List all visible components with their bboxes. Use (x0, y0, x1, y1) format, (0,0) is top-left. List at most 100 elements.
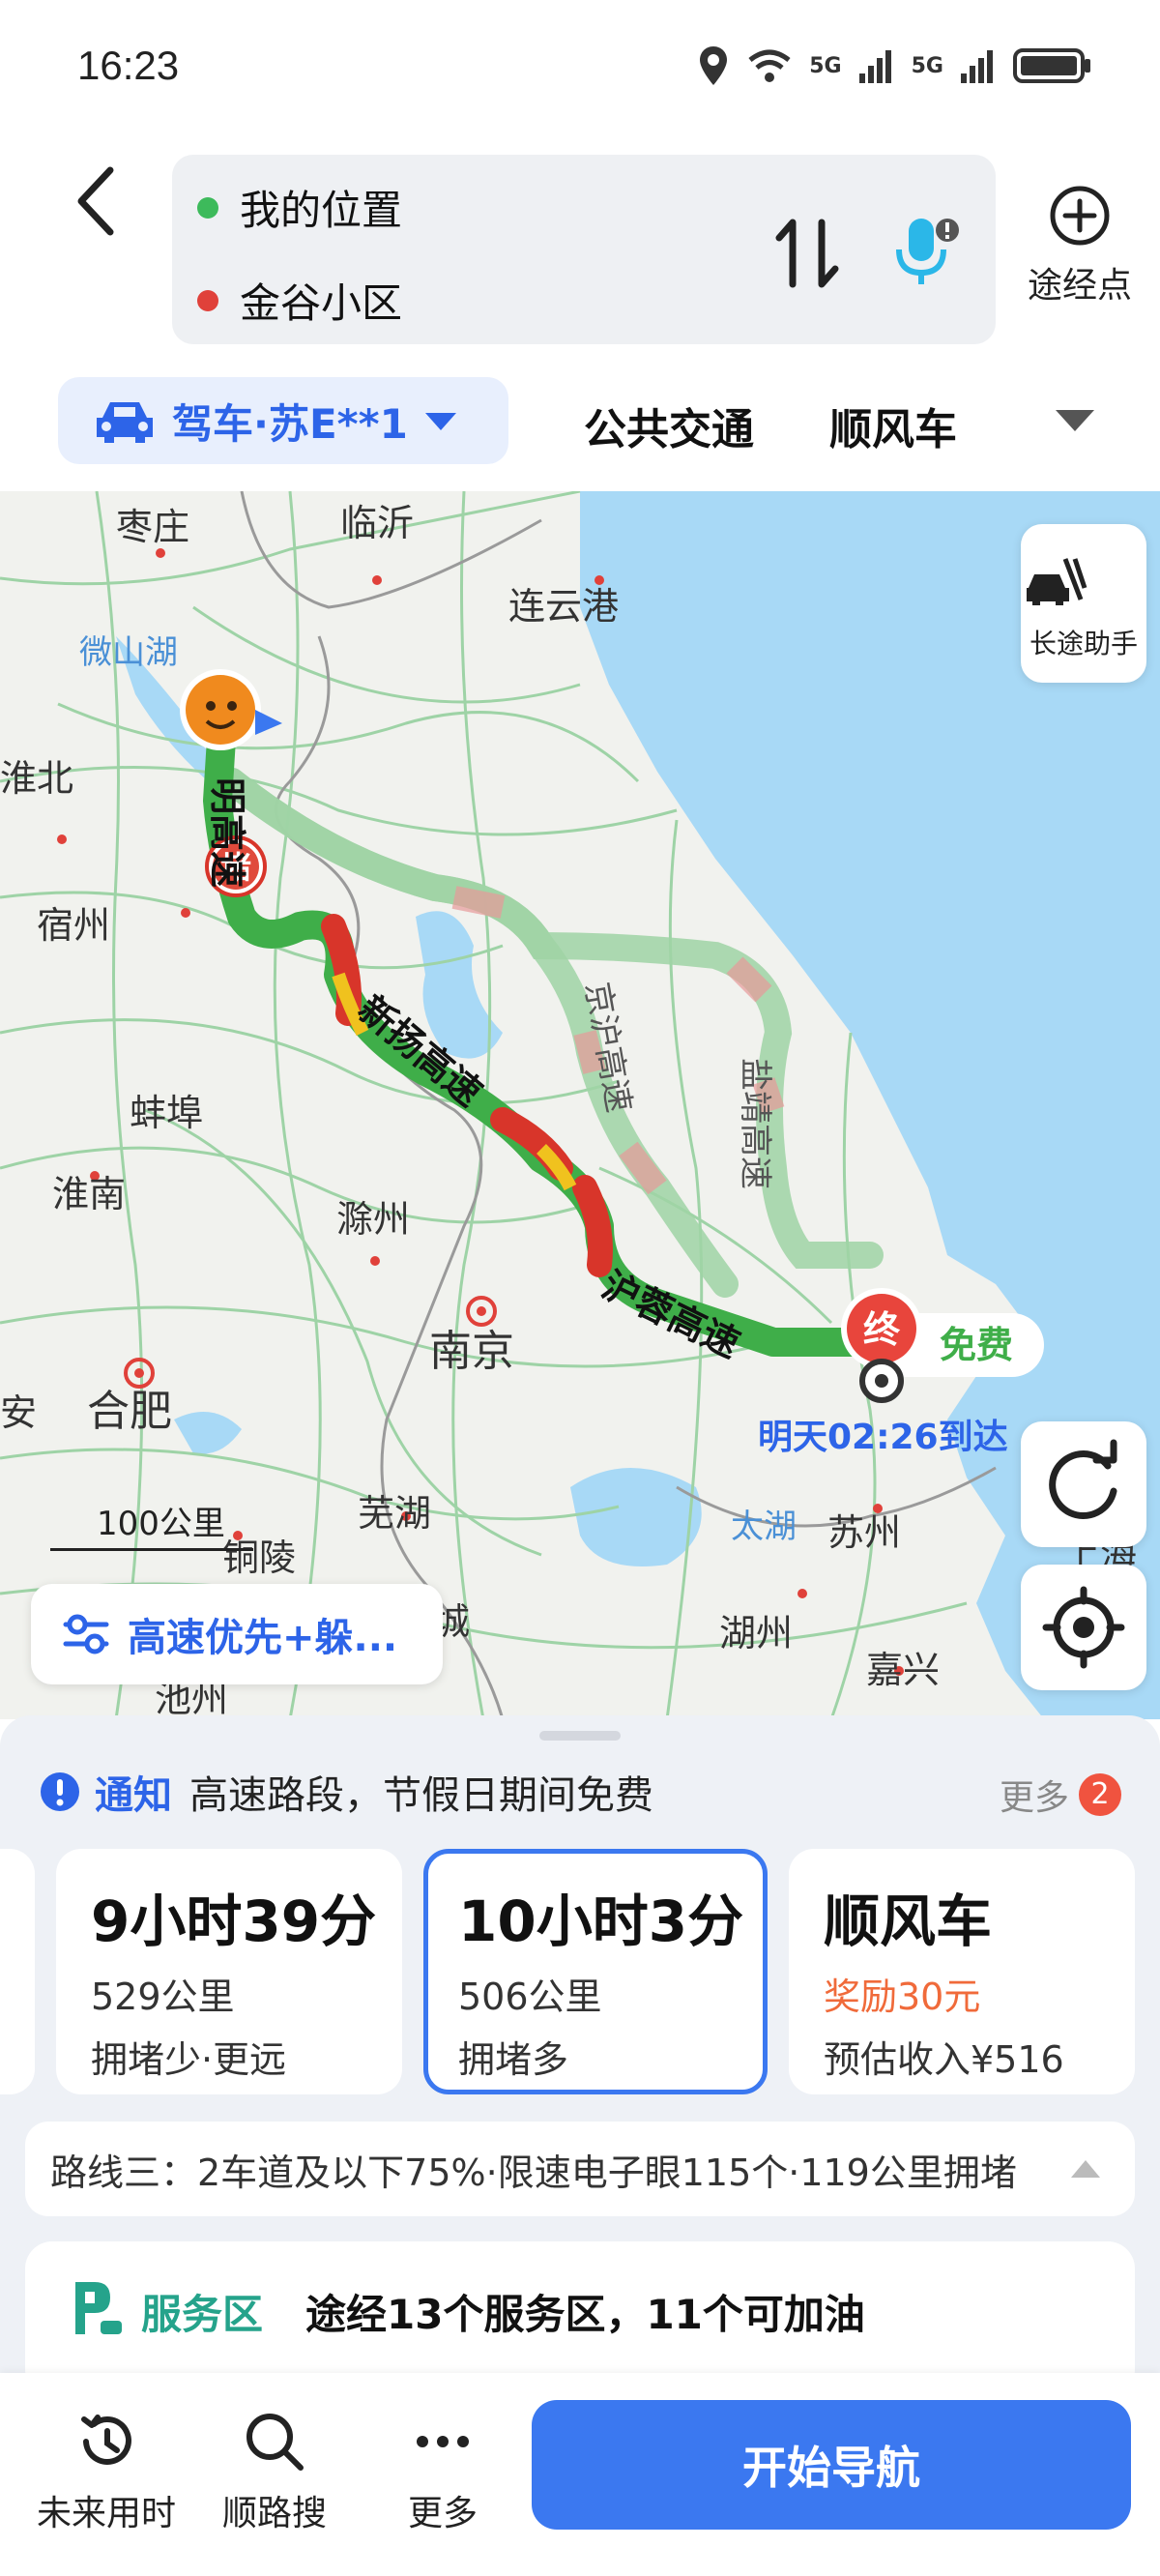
locate-me-button[interactable] (1021, 1565, 1146, 1690)
city-jiaxing: 嘉兴 (866, 1649, 940, 1691)
origin-field[interactable]: 我的位置 (197, 178, 402, 237)
city-huainan: 淮南 (52, 1173, 126, 1215)
route-note: 拥堵少·更远 (91, 2038, 287, 2081)
chaohu-lake (174, 1412, 242, 1454)
notice-more-button[interactable]: 更多 2 (1000, 1770, 1121, 1820)
scale-label: 100公里 (97, 1505, 225, 1543)
swap-icon (775, 219, 839, 288)
tab-rideshare[interactable]: 顺风车 (829, 395, 957, 456)
parking-cup-icon (75, 2282, 122, 2334)
more-dots-icon (417, 2436, 469, 2447)
search-icon (246, 2414, 304, 2471)
city-lianyungang: 连云港 (508, 585, 619, 628)
city-linyi: 临沂 (340, 502, 414, 544)
taihu-lake (570, 1468, 702, 1566)
free-tag: 免费 (940, 1324, 1013, 1366)
network-label-2: 5G (911, 53, 943, 78)
city-an: 安 (0, 1391, 37, 1434)
route-distance: 506公里 (458, 1976, 602, 2018)
city-hefei: 合肥 (87, 1387, 172, 1436)
city-wuhu: 芜湖 (358, 1492, 431, 1535)
destination-dot (197, 289, 218, 311)
route-input-box: 我的位置 金谷小区 (172, 155, 996, 344)
future-time-label: 未来用时 (36, 2494, 176, 2533)
notice-text: 高速路段，节假日期间免费 (189, 1773, 653, 1818)
waypoint-label: 途经点 (1027, 266, 1132, 306)
network-label-1: 5G (809, 53, 842, 78)
more-label: 更多 (407, 2494, 478, 2533)
rideshare-reward: 奖励30元 (824, 1976, 981, 2018)
road-labels: 明高速 新扬高速 沪蓉高速 (206, 777, 746, 1366)
tab-driving[interactable]: 驾车·苏E**1 (58, 377, 508, 464)
city-suzhou-ah: 宿州 (37, 904, 110, 947)
service-area-title: 服务区 (141, 2291, 264, 2338)
crosshair-icon (1042, 1586, 1125, 1669)
nanjing-dot-center (477, 1306, 486, 1316)
destination-field[interactable]: 金谷小区 (197, 271, 402, 330)
tab-transit[interactable]: 公共交通 (584, 395, 754, 456)
route-preference-button[interactable]: 高速优先+躲... (31, 1584, 443, 1684)
info-icon (41, 1772, 79, 1811)
along-search-label: 顺路搜 (221, 2494, 327, 2533)
start-marker[interactable] (180, 669, 282, 750)
city-nanjing: 南京 (429, 1327, 514, 1376)
route-card-stub[interactable] (0, 1849, 35, 2094)
city-taihu: 太湖 (731, 1508, 797, 1546)
origin-label: 我的位置 (240, 187, 403, 234)
more-button[interactable]: 更多 (365, 2408, 520, 2535)
alt-road-labels: 京沪高速 盐靖高速 (577, 980, 774, 1189)
city-suzhou-js: 苏州 (827, 1511, 901, 1554)
notice-count-badge: 2 (1079, 1773, 1121, 1816)
destination-label: 金谷小区 (240, 279, 403, 327)
service-area-text: 途经13个服务区，11个可加油 (305, 2291, 865, 2338)
voice-input-button[interactable] (887, 213, 965, 294)
end-marker-label: 终 (863, 1308, 901, 1351)
bottom-action-bar: 未来用时 顺路搜 更多 开始导航 (0, 2373, 1160, 2576)
notice-title: 通知 (95, 1773, 172, 1818)
notice-bar[interactable]: 通知 高速路段，节假日期间免费 更多 2 (39, 1758, 1131, 1826)
route-time: 9小时39分 (91, 1888, 377, 1954)
route-time: 10小时3分 (458, 1888, 744, 1954)
rideshare-income: 预估收入¥516 (824, 2038, 1064, 2081)
microphone-icon (896, 219, 959, 284)
road-ming: 明高速 (206, 777, 248, 888)
road-yanjing: 盐靖高速 (736, 1058, 774, 1189)
city-zaozhuang: 枣庄 (116, 506, 189, 548)
route-note: 拥堵多 (458, 2038, 569, 2081)
caret-up-icon (1071, 2160, 1100, 2178)
battery-icon (1013, 48, 1090, 83)
origin-dot (197, 196, 218, 219)
arrival-label: 明天02:26到达 (758, 1418, 1008, 1457)
plus-circle-icon (1050, 186, 1110, 246)
city-bengbu: 蚌埠 (130, 1092, 203, 1134)
route-preference-label: 高速优先+躲... (128, 1616, 398, 1660)
hefei-dot-center (134, 1368, 144, 1378)
along-search-button[interactable]: 顺路搜 (197, 2408, 352, 2535)
rideshare-title: 顺风车 (824, 1888, 993, 1954)
refresh-route-button[interactable] (1021, 1421, 1146, 1547)
route-info-bar[interactable]: 路线三：2车道及以下75%·限速电子眼115个·119公里拥堵 (25, 2122, 1135, 2216)
route-distance: 529公里 (91, 1976, 235, 2018)
add-waypoint-button[interactable]: 途经点 (1017, 184, 1143, 307)
caret-down-icon (1056, 410, 1094, 431)
car-road-icon (1027, 558, 1088, 605)
rideshare-card[interactable]: 顺风车 奖励30元 预估收入¥516 (789, 1849, 1135, 2094)
route-card-3-selected[interactable]: 10小时3分 506公里 拥堵多 (423, 1849, 768, 2094)
notice-more-label: 更多 (999, 1778, 1069, 1818)
back-button[interactable] (70, 162, 128, 240)
long-trip-assistant-button[interactable]: 长途助手 (1021, 524, 1146, 683)
city-huzhou: 湖州 (719, 1612, 793, 1654)
map-view[interactable]: 堵 免费 终 枣庄 临沂 连云港 微山湖 淮北 宿州 蚌埠 淮南 滁州 南京 合… (0, 491, 1160, 1719)
sliders-icon (63, 1614, 109, 1654)
start-navigation-button[interactable]: 开始导航 (532, 2400, 1131, 2530)
more-modes-button[interactable] (1054, 406, 1096, 437)
route-card-2[interactable]: 9小时39分 529公里 拥堵少·更远 (56, 1849, 402, 2094)
swap-button[interactable] (773, 215, 841, 296)
future-time-button[interactable]: 未来用时 (29, 2408, 184, 2535)
tab-driving-label: 驾车·苏E**1 (172, 399, 408, 448)
chevron-left-icon (77, 166, 114, 236)
wifi-icon (748, 49, 791, 82)
sheet-drag-handle[interactable] (539, 1731, 621, 1741)
caret-down-icon (424, 413, 456, 430)
refresh-icon (1049, 1439, 1117, 1520)
